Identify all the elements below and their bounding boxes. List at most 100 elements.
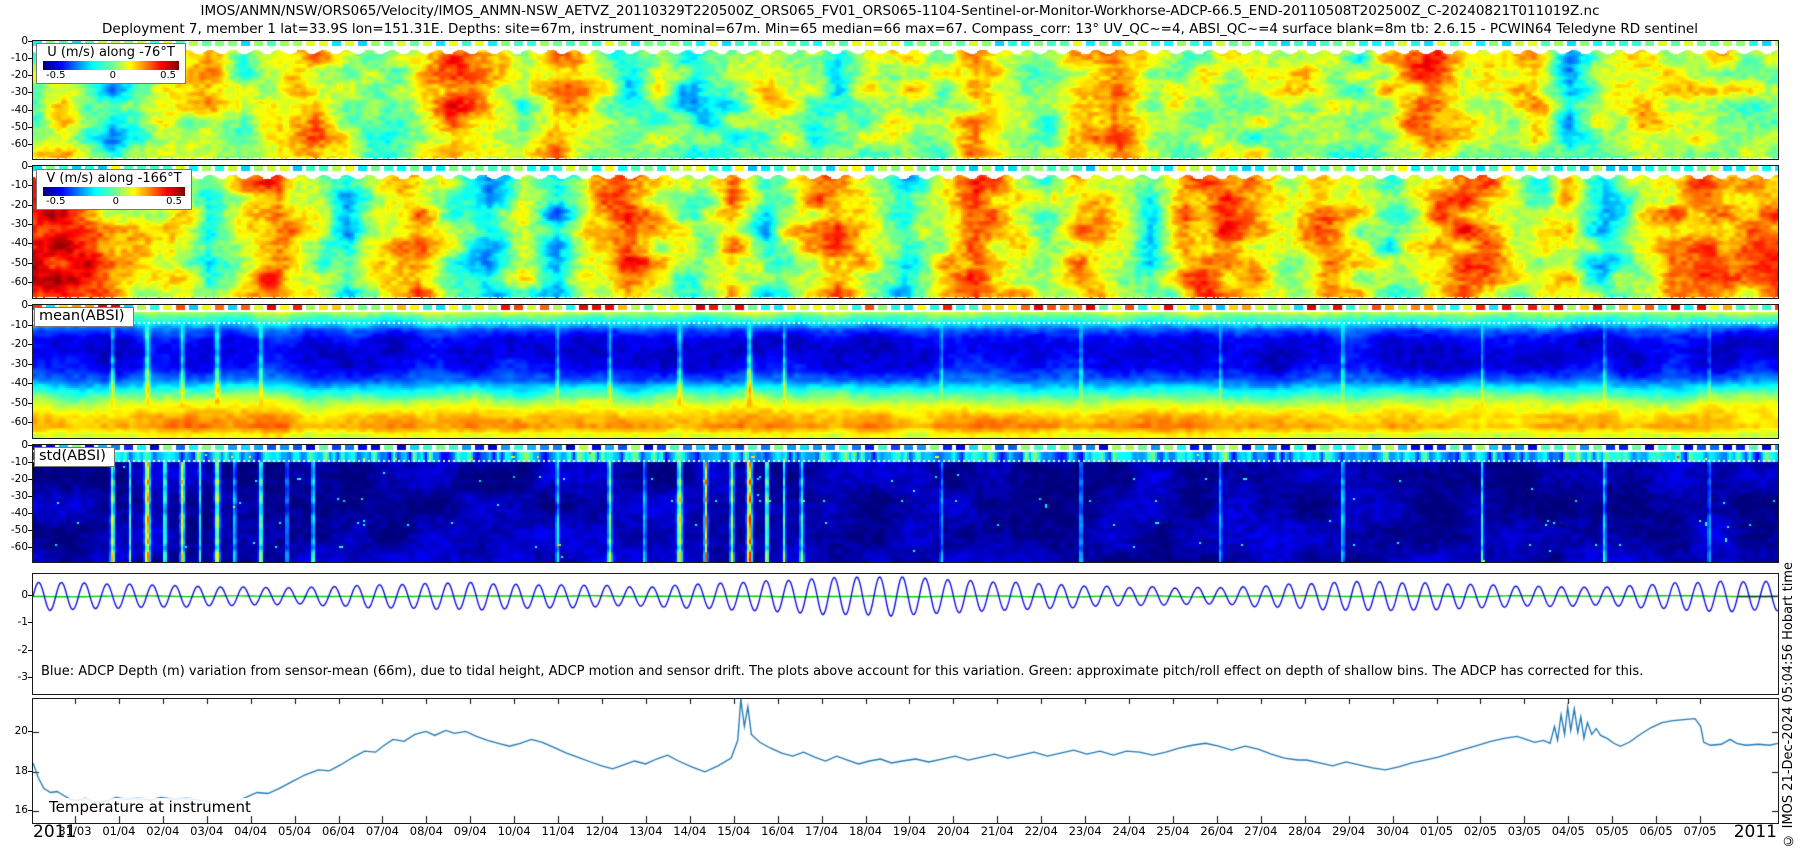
x-date-label: 30/04 <box>1376 824 1410 838</box>
v-colorbar <box>43 187 185 196</box>
x-date-label: 31/03 <box>58 824 92 838</box>
y-tick-mark <box>28 109 32 111</box>
y-tick-label: -40 <box>10 237 28 250</box>
y-tick-mark <box>28 166 32 167</box>
v-cb-tick-min: -0.5 <box>46 196 66 207</box>
y-tick-label: 16 <box>14 804 28 817</box>
y-tick-mark <box>28 92 32 94</box>
v-cb-tick-max: 0.5 <box>166 196 182 207</box>
y-tick-label: -20 <box>10 338 28 351</box>
x-date-label: 27/04 <box>1244 824 1278 838</box>
u-velocity-heatmap <box>33 41 1778 159</box>
x-date-label: 04/04 <box>234 824 268 838</box>
y-tick-label: -30 <box>10 218 28 231</box>
x-date-label: 22/04 <box>1024 824 1058 838</box>
u-colorbar-ticks: -0.5 0 0.5 <box>42 70 180 81</box>
y-tick-label: -30 <box>10 357 28 370</box>
v-colorbar-ticks: -0.5 0 0.5 <box>42 196 186 207</box>
y-tick-mark <box>28 402 32 404</box>
x-date-label: 07/04 <box>365 824 400 838</box>
y-tick-mark <box>28 282 32 284</box>
y-tick-label: -3 <box>17 670 28 683</box>
y-tick-mark <box>28 649 32 651</box>
y-tick-mark <box>28 731 32 733</box>
u-cb-tick-max: 0.5 <box>160 70 176 81</box>
y-tick-label: -50 <box>10 396 28 409</box>
x-date-label: 05/05 <box>1595 824 1629 838</box>
y-tick-mark <box>28 324 32 326</box>
x-date-label: 12/04 <box>585 824 619 838</box>
y-tick-mark <box>28 363 32 365</box>
year-label-right: 2011 <box>1733 822 1777 842</box>
y-tick-label: -20 <box>10 472 28 485</box>
y-tick-mark <box>28 622 32 624</box>
y-tick-mark <box>28 243 32 245</box>
y-tick-label: -20 <box>10 69 28 82</box>
u-cb-tick-mid: 0 <box>109 70 116 81</box>
y-tick-label: -2 <box>17 643 28 656</box>
x-date-label: 14/04 <box>673 824 707 838</box>
y-tick-label: -30 <box>10 86 28 99</box>
v-colorbar-legend: V (m/s) along -166°T -0.5 0 0.5 <box>36 169 192 210</box>
x-date-label: 01/05 <box>1419 824 1454 838</box>
y-tick-label: 0 <box>21 299 28 311</box>
y-tick-label: -50 <box>10 120 28 133</box>
y-tick-label: 18 <box>14 764 28 777</box>
y-tick-mark <box>28 305 32 306</box>
y-tick-mark <box>28 546 32 548</box>
y-tick-mark <box>28 204 32 206</box>
y-tick-mark <box>28 344 32 346</box>
y-tick-mark <box>28 383 32 385</box>
x-date-label: 16/04 <box>761 824 795 838</box>
copyright-timestamp-vertical: © IMOS 21-Dec-2024 05:04:56 Hobart time <box>1781 562 1796 848</box>
std-absi-label: std(ABSI) <box>34 447 115 467</box>
y-tick-label: -30 <box>10 489 28 502</box>
y-tick-label: -60 <box>10 276 28 289</box>
temperature-label: Temperature at instrument <box>47 798 253 816</box>
y-tick-mark <box>28 676 32 678</box>
u-cb-tick-min: -0.5 <box>46 70 66 81</box>
y-tick-mark <box>28 126 32 128</box>
x-date-label: 02/05 <box>1463 824 1498 838</box>
x-date-label: 20/04 <box>936 824 970 838</box>
y-tick-mark <box>28 224 32 226</box>
y-tick-mark <box>28 495 32 497</box>
mean-absi-heatmap <box>33 305 1778 438</box>
x-date-label: 01/04 <box>102 824 136 838</box>
y-tick-label: -50 <box>10 256 28 269</box>
y-tick-label: -10 <box>10 52 28 65</box>
v-cb-tick-mid: 0 <box>112 196 119 207</box>
y-tick-label: -50 <box>10 523 28 536</box>
y-tick-mark <box>28 422 32 424</box>
y-tick-label: -10 <box>10 179 28 192</box>
x-date-label: 06/04 <box>321 824 356 838</box>
y-tick-label: -60 <box>10 137 28 150</box>
y-tick-mark <box>28 58 32 60</box>
y-tick-label: -10 <box>10 455 28 468</box>
x-date-label: 15/04 <box>717 824 751 838</box>
u-colorbar-legend: U (m/s) along -76°T -0.5 0 0.5 <box>36 43 186 84</box>
x-date-label: 03/05 <box>1507 824 1541 838</box>
std-absi-heatmap <box>33 445 1778 562</box>
x-date-label: 02/04 <box>146 824 180 838</box>
x-date-label: 29/04 <box>1332 824 1366 838</box>
y-tick-mark <box>28 810 32 812</box>
y-tick-mark <box>28 529 32 531</box>
panel-v-velocity <box>32 165 1779 299</box>
x-date-label: 08/04 <box>409 824 443 838</box>
y-tick-mark <box>28 143 32 145</box>
y-tick-label: 0 <box>21 439 28 451</box>
x-date-label: 18/04 <box>848 824 883 838</box>
panel-mean-absi <box>32 304 1779 439</box>
x-date-label: 09/04 <box>453 824 487 838</box>
y-tick-mark <box>28 262 32 264</box>
x-date-label: 03/04 <box>190 824 224 838</box>
panel-temperature <box>32 698 1779 824</box>
y-tick-label: -20 <box>10 198 28 211</box>
y-tick-label: -10 <box>10 318 28 331</box>
y-tick-label: -40 <box>10 377 28 390</box>
y-tick-label: -60 <box>10 540 28 553</box>
v-velocity-heatmap <box>33 166 1778 298</box>
y-tick-mark <box>28 185 32 187</box>
x-date-label: 10/04 <box>497 824 531 838</box>
